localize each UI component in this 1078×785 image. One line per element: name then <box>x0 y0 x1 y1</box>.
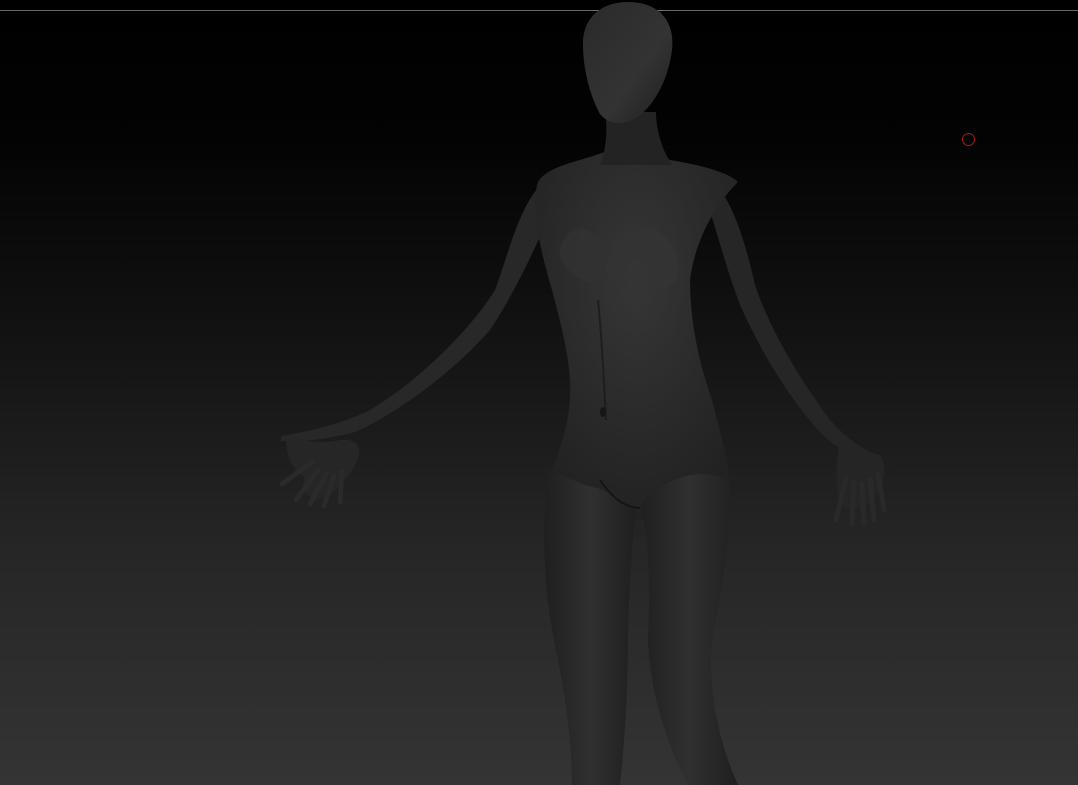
torso <box>535 148 738 520</box>
right-arm <box>705 175 887 527</box>
left-arm <box>279 178 548 509</box>
brush-cursor-icon <box>962 133 975 146</box>
figure-model-icon[interactable] <box>0 0 1078 785</box>
canvas-viewport[interactable] <box>0 0 1078 785</box>
head <box>582 2 673 123</box>
